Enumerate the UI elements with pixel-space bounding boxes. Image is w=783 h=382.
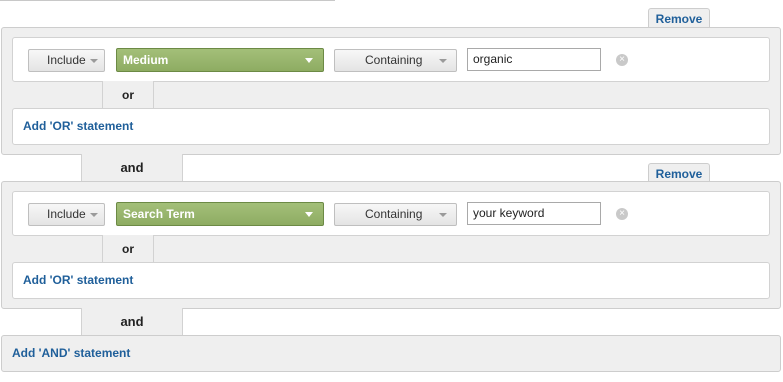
remove-button[interactable]: Remove <box>648 163 710 183</box>
chevron-down-icon <box>90 59 98 63</box>
and-label: and <box>120 314 144 329</box>
chevron-down-icon <box>439 59 447 63</box>
or-label: or <box>122 88 134 102</box>
add-or-statement-link[interactable]: Add 'OR' statement <box>23 119 133 133</box>
add-or-statement-link[interactable]: Add 'OR' statement <box>23 273 133 287</box>
include-label: Include <box>47 207 86 221</box>
match-type-label: Containing <box>365 207 423 221</box>
value-input[interactable]: your keyword <box>467 202 601 225</box>
clear-icon[interactable]: × <box>616 54 628 66</box>
dimension-label: Search Term <box>123 207 195 221</box>
match-type-dropdown[interactable]: Containing <box>334 49 457 72</box>
include-dropdown[interactable]: Include <box>28 49 105 72</box>
chevron-down-icon <box>439 213 447 217</box>
dimension-dropdown[interactable]: Search Term <box>116 202 324 226</box>
dimension-label: Medium <box>123 53 169 67</box>
match-type-dropdown[interactable]: Containing <box>334 203 457 226</box>
chevron-down-icon <box>305 58 313 63</box>
or-label: or <box>122 242 134 256</box>
top-divider <box>0 0 335 1</box>
clear-icon[interactable]: × <box>616 208 628 220</box>
remove-button[interactable]: Remove <box>648 8 710 28</box>
include-label: Include <box>47 53 86 67</box>
dimension-dropdown[interactable]: Medium <box>116 48 324 72</box>
value-input[interactable]: organic <box>467 48 601 71</box>
chevron-down-icon <box>90 213 98 217</box>
and-label: and <box>120 160 144 175</box>
add-and-statement-link[interactable]: Add 'AND' statement <box>12 346 130 360</box>
include-dropdown[interactable]: Include <box>28 203 105 226</box>
chevron-down-icon <box>305 212 313 217</box>
match-type-label: Containing <box>365 53 423 67</box>
